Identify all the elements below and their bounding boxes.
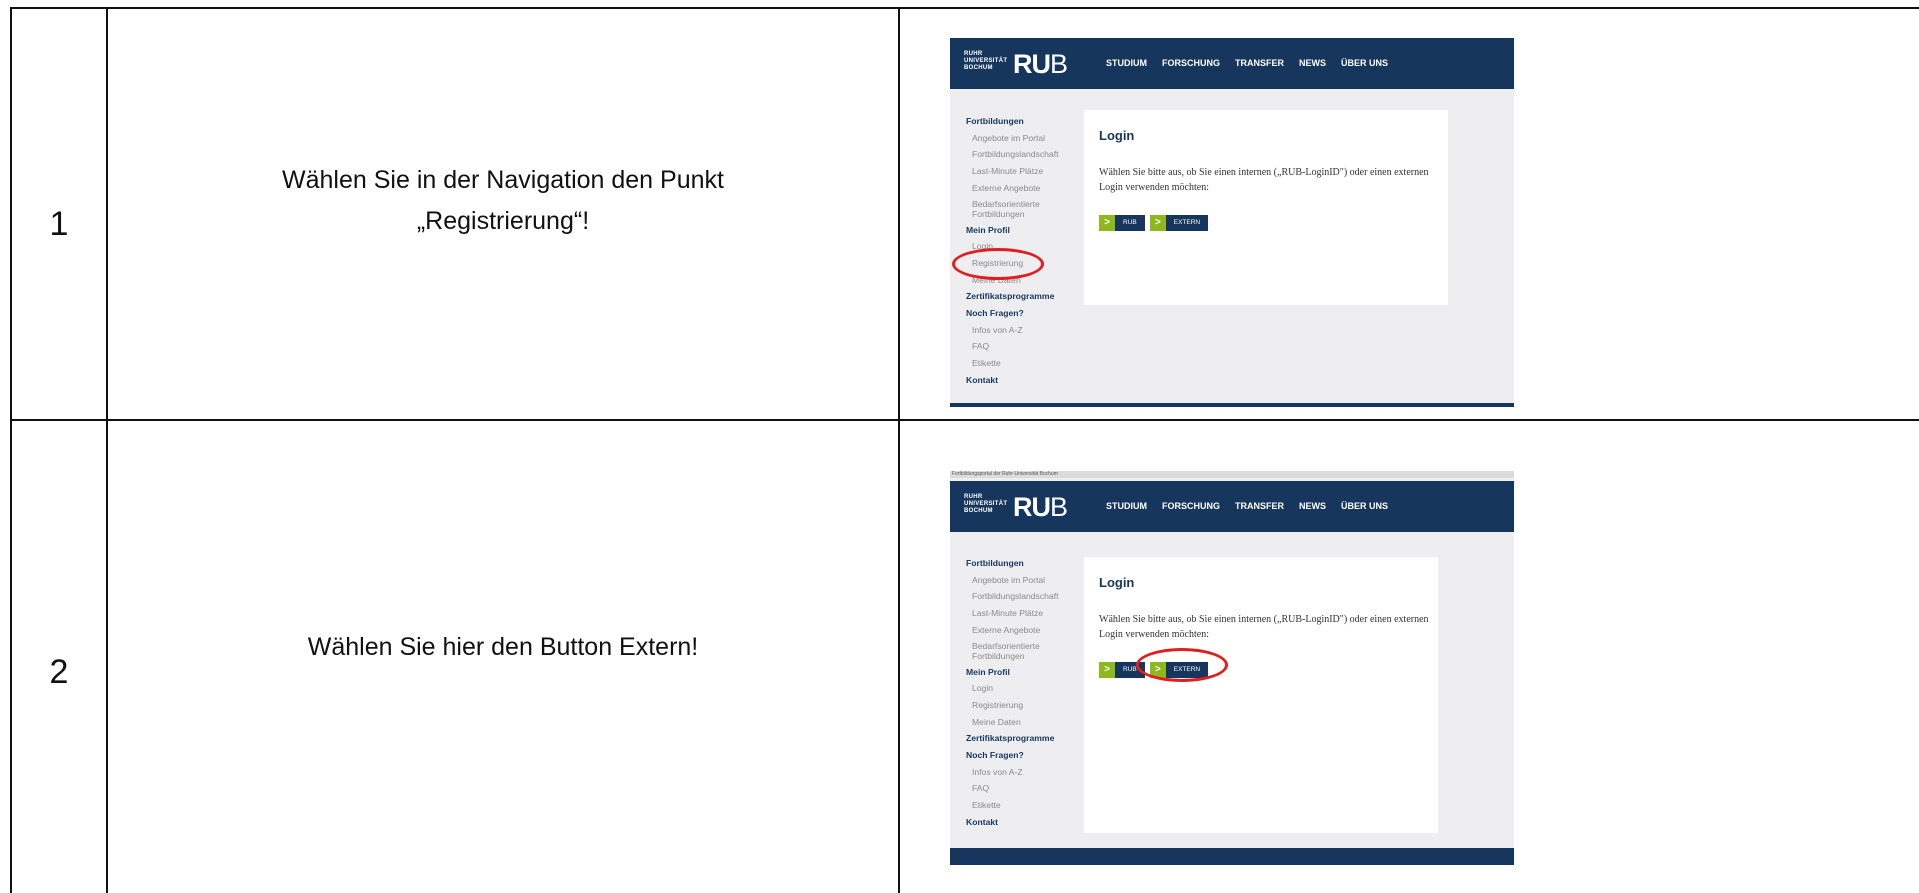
chevron-right-icon: >	[1099, 215, 1115, 231]
sidebar-heading[interactable]: Noch Fragen?	[966, 747, 1086, 764]
sidebar-item[interactable]: Fortbildungslandschaft	[966, 146, 1086, 163]
instruction-line: Wählen Sie hier den Button Extern!	[307, 633, 699, 661]
table-divider	[106, 7, 108, 893]
sidebar-item[interactable]: Angebote im Portal	[966, 572, 1086, 589]
sidebar-item[interactable]: Externe Angebote	[966, 180, 1086, 197]
portal-screenshot: RUHR UNIVERSITÄT BOCHUM RUB STUDIUM FORSCH…	[950, 38, 1514, 407]
login-buttons: > RUB > EXTERN	[1099, 215, 1209, 231]
sidebar-heading[interactable]: Kontakt	[966, 814, 1086, 831]
sidebar-heading[interactable]: Mein Profil	[966, 222, 1086, 239]
rub-logo: RUB	[1013, 49, 1068, 79]
step-number: 1	[49, 205, 69, 243]
login-panel: Login Wählen Sie bitte aus, ob Sie einen…	[1084, 557, 1438, 833]
rub-button[interactable]: > RUB	[1099, 215, 1145, 231]
chevron-right-icon: >	[1149, 215, 1166, 231]
nav-item[interactable]: STUDIUM	[1106, 58, 1147, 68]
top-navigation: STUDIUM FORSCHUNG TRANSFER NEWS ÜBER UNS	[1106, 501, 1388, 511]
highlight-circle	[1136, 648, 1228, 682]
sidebar-item[interactable]: Bedarfsorientierte Fortbildungen	[966, 197, 1086, 222]
portal-header: RUHR UNIVERSITÄT BOCHUM RUB STUDIUM FORSCH…	[950, 38, 1514, 89]
step-instruction: Wählen Sie in der Navigation den Punkt „…	[108, 160, 898, 242]
sidebar-item-meine-daten[interactable]: Meine Daten	[966, 714, 1086, 731]
step-number: 2	[49, 653, 69, 691]
portal-header: RUHR UNIVERSITÄT BOCHUM RUB STUDIUM FORSCH…	[950, 481, 1514, 532]
sidebar-heading[interactable]: Mein Profil	[966, 664, 1086, 681]
nav-item[interactable]: FORSCHUNG	[1162, 501, 1220, 511]
sidebar-item[interactable]: Fortbildungslandschaft	[966, 588, 1086, 605]
step-instruction: Wählen Sie hier den Button Extern!	[108, 627, 898, 668]
sidebar-item-registrierung[interactable]: Registrierung	[966, 697, 1086, 714]
top-navigation: STUDIUM FORSCHUNG TRANSFER NEWS ÜBER UNS	[1106, 58, 1388, 68]
university-name: RUHR UNIVERSITÄT BOCHUM	[964, 494, 1008, 514]
sidebar-nav: Fortbildungen Angebote im Portal Fortbil…	[966, 555, 1086, 831]
nav-item[interactable]: STUDIUM	[1106, 501, 1147, 511]
footer-bar	[950, 403, 1514, 407]
nav-item[interactable]: NEWS	[1299, 58, 1326, 68]
nav-item[interactable]: TRANSFER	[1235, 501, 1284, 511]
sidebar-item[interactable]: Angebote im Portal	[966, 130, 1086, 147]
sidebar-item[interactable]: Externe Angebote	[966, 622, 1086, 639]
login-title: Login	[1099, 575, 1135, 590]
sidebar-heading[interactable]: Fortbildungen	[966, 113, 1086, 130]
nav-item[interactable]: TRANSFER	[1235, 58, 1284, 68]
instruction-line: „Registrierung“!	[416, 207, 590, 235]
sidebar-heading[interactable]: Zertifikatsprogramme	[966, 288, 1086, 305]
login-text: Wählen Sie bitte aus, ob Sie einen inter…	[1099, 167, 1429, 193]
nav-item[interactable]: ÜBER UNS	[1341, 58, 1388, 68]
footer-bar	[950, 848, 1514, 865]
sidebar-heading[interactable]: Noch Fragen?	[966, 305, 1086, 322]
browser-top-strip: Fortbildungsportal der Ruhr-Universität …	[950, 471, 1514, 478]
sidebar-item[interactable]: Infos von A-Z	[966, 322, 1086, 339]
sidebar-heading[interactable]: Fortbildungen	[966, 555, 1086, 572]
university-name: RUHR UNIVERSITÄT BOCHUM	[964, 51, 1008, 71]
nav-item[interactable]: NEWS	[1299, 501, 1326, 511]
login-text: Wählen Sie bitte aus, ob Sie einen inter…	[1099, 614, 1429, 640]
table-divider	[10, 419, 1919, 421]
extern-button[interactable]: > EXTERN	[1149, 215, 1209, 231]
sidebar-item[interactable]: Last-Minute Plätze	[966, 605, 1086, 622]
sidebar-item[interactable]: Infos von A-Z	[966, 764, 1086, 781]
sidebar-item[interactable]: Etikette	[966, 797, 1086, 814]
sidebar-heading[interactable]: Kontakt	[966, 372, 1086, 389]
sidebar-heading[interactable]: Zertifikatsprogramme	[966, 730, 1086, 747]
highlight-circle	[952, 248, 1044, 280]
sidebar-item[interactable]: Etikette	[966, 355, 1086, 372]
sidebar-item-login[interactable]: Login	[966, 680, 1086, 697]
rub-logo: RUB	[1013, 492, 1068, 522]
table-divider	[898, 7, 900, 893]
sidebar-item[interactable]: Last-Minute Plätze	[966, 163, 1086, 180]
nav-item[interactable]: ÜBER UNS	[1341, 501, 1388, 511]
sidebar-item[interactable]: Bedarfsorientierte Fortbildungen	[966, 639, 1086, 664]
sidebar-item[interactable]: FAQ	[966, 780, 1086, 797]
nav-item[interactable]: FORSCHUNG	[1162, 58, 1220, 68]
instruction-line: Wählen Sie in der Navigation den Punkt	[282, 166, 724, 194]
chevron-right-icon: >	[1099, 662, 1115, 678]
sidebar-item[interactable]: FAQ	[966, 338, 1086, 355]
login-panel: Login Wählen Sie bitte aus, ob Sie einen…	[1084, 110, 1448, 305]
portal-screenshot: Fortbildungsportal der Ruhr-Universität …	[950, 471, 1514, 865]
login-title: Login	[1099, 128, 1135, 143]
